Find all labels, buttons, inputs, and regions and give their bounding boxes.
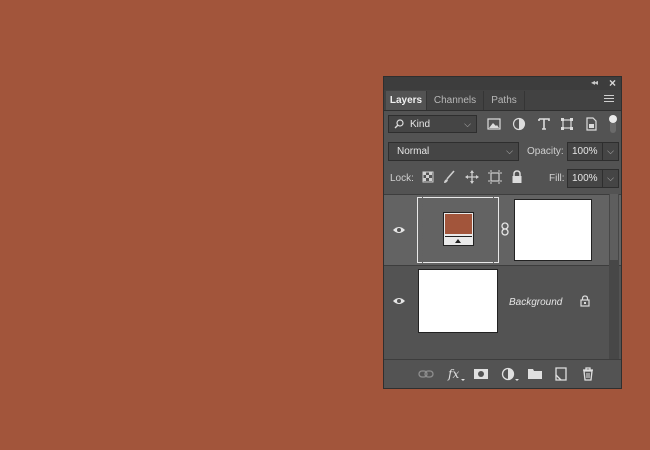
layers-scrollbar[interactable] bbox=[609, 194, 619, 359]
layer-locked-icon bbox=[580, 295, 590, 307]
opacity-value: 100% bbox=[572, 146, 598, 157]
new-adjustment-layer-icon[interactable] bbox=[500, 366, 520, 382]
opacity-label: Opacity: bbox=[527, 146, 564, 157]
panel-tabs: Layers Channels Paths bbox=[384, 90, 621, 111]
new-group-folder-icon[interactable] bbox=[527, 366, 543, 382]
link-layers-icon[interactable] bbox=[418, 366, 434, 382]
delete-layer-trash-icon[interactable] bbox=[580, 366, 596, 382]
adjustment-layer-thumbnail[interactable] bbox=[417, 197, 499, 263]
filter-row: Kind ⌵ bbox=[384, 115, 621, 135]
lock-transparent-pixels-icon[interactable] bbox=[422, 171, 434, 183]
scrollbar-thumb[interactable] bbox=[610, 194, 618, 260]
add-mask-icon[interactable] bbox=[473, 366, 489, 382]
layer-row-background[interactable]: Background bbox=[384, 265, 621, 338]
background-layer-thumbnail[interactable] bbox=[418, 269, 498, 333]
panel-menu-icon[interactable] bbox=[604, 95, 614, 104]
layer-name: Background bbox=[509, 297, 563, 308]
tab-layers[interactable]: Layers bbox=[386, 91, 427, 110]
chevron-down-icon: ⌵ bbox=[607, 173, 614, 183]
filter-kind-label: Kind bbox=[410, 119, 431, 130]
lock-artboard-icon[interactable] bbox=[488, 170, 502, 184]
filter-toggle[interactable] bbox=[609, 115, 617, 133]
layer-style-fx-icon[interactable]: fx bbox=[446, 366, 466, 382]
layer-row-adjustment[interactable] bbox=[384, 194, 621, 266]
new-layer-icon[interactable] bbox=[553, 366, 569, 382]
filter-kind-select[interactable]: Kind ⌵ bbox=[388, 115, 477, 133]
layers-bottom-toolbar: fx bbox=[384, 359, 621, 388]
smart-object-filter-icon[interactable] bbox=[583, 116, 599, 132]
layer-mask-thumbnail[interactable] bbox=[514, 199, 592, 261]
search-icon bbox=[394, 119, 404, 129]
lock-image-pixels-icon[interactable] bbox=[442, 170, 456, 184]
shape-layer-filter-icon[interactable] bbox=[559, 116, 575, 132]
visibility-eye-icon[interactable] bbox=[392, 296, 406, 306]
blend-mode-label: Normal bbox=[397, 146, 430, 157]
chevron-down-icon: ⌵ bbox=[464, 119, 471, 129]
adjustment-layer-filter-icon[interactable] bbox=[511, 116, 527, 132]
pixel-layer-filter-icon[interactable] bbox=[486, 116, 502, 132]
lock-position-icon[interactable] bbox=[465, 170, 479, 184]
lock-row: Lock: Fill: 100% ⌵ bbox=[384, 169, 621, 189]
collapse-panel-icon[interactable]: ◂◂ bbox=[591, 78, 598, 87]
svg-text:fx: fx bbox=[447, 367, 459, 381]
layers-panel: ◂◂ × Layers Channels Paths Kind ⌵ Normal… bbox=[383, 76, 622, 389]
tab-channels[interactable]: Channels bbox=[427, 91, 484, 110]
link-chain-icon[interactable] bbox=[501, 222, 509, 236]
tab-paths[interactable]: Paths bbox=[484, 91, 525, 110]
chevron-down-icon: ⌵ bbox=[506, 146, 513, 156]
color-swatch bbox=[445, 214, 472, 234]
solid-color-fill-icon bbox=[443, 212, 474, 246]
type-layer-filter-icon[interactable] bbox=[536, 116, 552, 132]
visibility-eye-icon[interactable] bbox=[392, 225, 406, 235]
fill-value: 100% bbox=[572, 173, 598, 184]
lock-all-icon[interactable] bbox=[511, 170, 523, 184]
close-panel-icon[interactable]: × bbox=[609, 76, 616, 90]
blend-mode-select[interactable]: Normal ⌵ bbox=[388, 142, 519, 161]
fill-label: Fill: bbox=[549, 173, 565, 184]
fill-field[interactable]: 100% ⌵ bbox=[567, 169, 619, 188]
chevron-down-icon: ⌵ bbox=[607, 146, 614, 156]
panel-titlebar: ◂◂ × bbox=[384, 76, 621, 90]
lock-label: Lock: bbox=[390, 173, 414, 184]
blend-row: Normal ⌵ Opacity: 100% ⌵ bbox=[384, 142, 621, 162]
opacity-field[interactable]: 100% ⌵ bbox=[567, 142, 619, 161]
